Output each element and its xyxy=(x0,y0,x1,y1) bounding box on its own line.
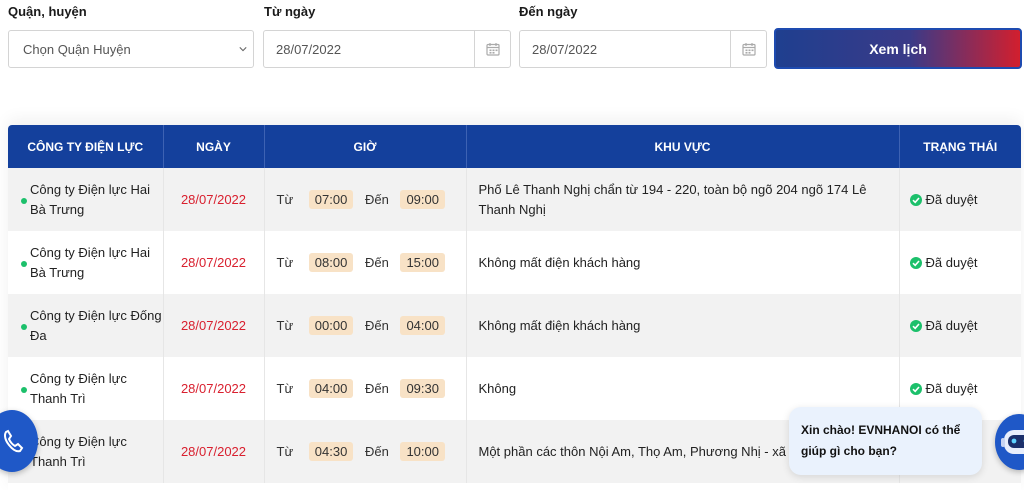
to-word: Đến xyxy=(364,255,389,270)
start-time: 00:00 xyxy=(308,316,354,335)
date-cell: 28/07/2022 xyxy=(163,231,265,294)
from-word: Từ xyxy=(276,255,294,270)
chat-greeting-text: Xin chào! EVNHANOI có thể giúp gì cho bạ… xyxy=(801,423,961,458)
to-date-value: 28/07/2022 xyxy=(532,42,598,57)
date-cell: 28/07/2022 xyxy=(163,168,265,231)
table-row: Công ty Điện lực Hai Bà Trưng 28/07/2022… xyxy=(8,231,1021,294)
from-date-value: 28/07/2022 xyxy=(276,42,342,57)
from-word: Từ xyxy=(276,444,294,459)
company-name: Công ty Điện lực Thanh Trì xyxy=(30,370,127,406)
company-name: Công ty Điện lực Hai Bà Trưng xyxy=(30,181,150,217)
district-label: Quận, huyện xyxy=(8,4,87,19)
start-time: 07:00 xyxy=(308,190,354,209)
status-text: Đã duyệt xyxy=(925,192,978,207)
date-cell: 28/07/2022 xyxy=(163,294,265,357)
time-cell: Từ 00:00 Đến 04:00 xyxy=(264,294,467,357)
company-name: Công ty Điện lực Hai Bà Trưng xyxy=(30,244,150,280)
start-time: 04:00 xyxy=(308,379,354,398)
to-word: Đến xyxy=(364,444,389,459)
company-cell: Công ty Điện lực Hai Bà Trưng xyxy=(8,168,164,231)
end-time: 09:30 xyxy=(400,379,445,398)
district-select-value: Chọn Quận Huyện xyxy=(23,42,131,57)
from-word: Từ xyxy=(276,381,294,396)
table-header-row: CÔNG TY ĐIỆN LỰC NGÀY GIỜ KHU VỰC TRẠNG … xyxy=(8,125,1021,168)
check-circle-icon xyxy=(909,319,922,332)
status-cell: Đã duyệt xyxy=(899,168,1021,231)
header-status: TRẠNG THÁI xyxy=(899,125,1021,168)
calendar-icon[interactable] xyxy=(474,31,510,67)
phone-icon xyxy=(4,429,24,453)
end-time: 10:00 xyxy=(400,442,445,461)
start-time: 04:30 xyxy=(308,442,354,461)
header-time: GIỜ xyxy=(264,125,467,168)
chevron-down-icon xyxy=(239,47,247,52)
status-dot xyxy=(21,324,27,330)
company-cell: Công ty Điện lực Đống Đa xyxy=(8,294,164,357)
check-circle-icon xyxy=(909,256,922,269)
table-row: Công ty Điện lực Đống Đa 28/07/2022 Từ 0… xyxy=(8,294,1021,357)
to-word: Đến xyxy=(364,381,389,396)
table-row: Công ty Điện lực Hai Bà Trưng 28/07/2022… xyxy=(8,168,1021,231)
to-date-label: Đến ngày xyxy=(519,4,578,19)
area-cell: Phố Lê Thanh Nghị chẩn từ 194 - 220, toà… xyxy=(466,168,900,231)
from-date-field[interactable]: 28/07/2022 xyxy=(263,30,511,68)
from-date-label: Từ ngày xyxy=(264,4,316,19)
area-cell: Không mất điện khách hàng xyxy=(466,231,900,294)
call-support-button[interactable] xyxy=(0,410,38,472)
to-word: Đến xyxy=(364,318,389,333)
district-select[interactable]: Chọn Quận Huyện xyxy=(8,30,254,68)
area-cell: Không mất điện khách hàng xyxy=(466,294,900,357)
time-cell: Từ 07:00 Đến 09:00 xyxy=(264,168,467,231)
header-company: CÔNG TY ĐIỆN LỰC xyxy=(8,125,164,168)
time-cell: Từ 04:30 Đến 10:00 xyxy=(264,420,467,483)
to-date-field[interactable]: 28/07/2022 xyxy=(519,30,767,68)
status-dot xyxy=(21,261,27,267)
chat-greeting-bubble[interactable]: Xin chào! EVNHANOI có thể giúp gì cho bạ… xyxy=(789,407,982,475)
filter-bar: Quận, huyện Từ ngày Đến ngày Chọn Quận H… xyxy=(0,0,1024,80)
date-cell: 28/07/2022 xyxy=(163,420,265,483)
end-time: 04:00 xyxy=(400,316,445,335)
status-text: Đã duyệt xyxy=(925,255,978,270)
end-time: 15:00 xyxy=(400,253,445,272)
status-cell: Đã duyệt xyxy=(899,231,1021,294)
status-text: Đã duyệt xyxy=(925,381,978,396)
time-cell: Từ 08:00 Đến 15:00 xyxy=(264,231,467,294)
start-time: 08:00 xyxy=(308,253,354,272)
status-cell: Đã duyệt xyxy=(899,294,1021,357)
check-circle-icon xyxy=(909,193,922,206)
end-time: 09:00 xyxy=(400,190,445,209)
calendar-icon[interactable] xyxy=(730,31,766,67)
from-word: Từ xyxy=(276,192,294,207)
company-cell: Công ty Điện lực Hai Bà Trưng xyxy=(8,231,164,294)
status-dot xyxy=(21,198,27,204)
check-circle-icon xyxy=(909,382,922,395)
date-cell: 28/07/2022 xyxy=(163,357,265,420)
time-cell: Từ 04:00 Đến 09:30 xyxy=(264,357,467,420)
company-name: Công ty Điện lực Thanh Trì xyxy=(30,433,127,469)
status-dot xyxy=(21,387,27,393)
view-schedule-button[interactable]: Xem lịch xyxy=(774,28,1022,69)
header-area: KHU VỰC xyxy=(466,125,900,168)
header-date: NGÀY xyxy=(163,125,265,168)
status-text: Đã duyệt xyxy=(925,318,978,333)
from-word: Từ xyxy=(276,318,294,333)
company-name: Công ty Điện lực Đống Đa xyxy=(30,307,162,343)
to-word: Đến xyxy=(364,192,389,207)
